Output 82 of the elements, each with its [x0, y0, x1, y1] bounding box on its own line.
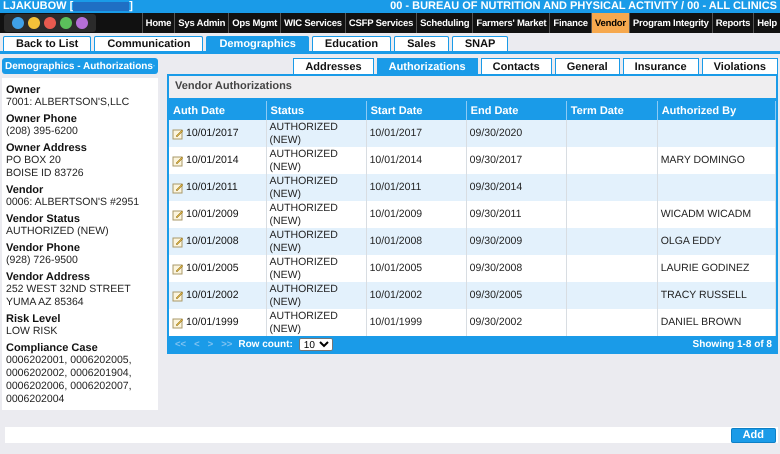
table-cell: 10/01/1999	[186, 316, 239, 329]
tab[interactable]: SNAP	[452, 36, 508, 51]
edit-icon[interactable]	[172, 128, 184, 140]
edit-icon[interactable]	[172, 182, 184, 194]
table-cell: MARY DOMINGO	[660, 154, 745, 166]
edit-icon[interactable]	[172, 154, 184, 166]
field-label: Risk Level	[6, 313, 62, 325]
table-cell: TRACY RUSSELL	[660, 289, 747, 301]
subtab[interactable]: General	[554, 58, 620, 74]
field-label: Vendor	[6, 184, 44, 196]
table-cell: 09/30/2002	[470, 316, 522, 328]
edit-icon[interactable]	[172, 262, 184, 274]
table-cell: 09/30/2009	[470, 235, 522, 247]
tab[interactable]: Sales	[394, 36, 449, 51]
username: LJAKUBOW [	[3, 0, 74, 13]
table-cell: WICADM WICADM	[660, 208, 752, 220]
table-cell: 09/30/2011	[470, 208, 522, 220]
showing-count: Showing 1-8 of 8	[692, 338, 772, 350]
edit-icon[interactable]	[172, 290, 184, 302]
table-cell: 10/01/2005	[186, 262, 239, 275]
tab[interactable]: Education	[312, 36, 392, 51]
table-cell: AUTHORIZED (NEW)	[270, 228, 338, 254]
table-cell: 10/01/2011	[370, 181, 422, 193]
edit-icon[interactable]	[172, 208, 184, 220]
table-cell: 10/01/2009	[186, 208, 239, 221]
field-value: 0006202001, 0006202005, 0006202002, 0006201904, 0006202006, 0006202007, 0006202004	[6, 354, 133, 406]
edit-icon[interactable]	[172, 316, 184, 328]
subtab[interactable]: Violations	[702, 58, 778, 74]
field-value: (928) 726-9500	[6, 254, 79, 267]
field-value: (208) 395-6200	[6, 125, 79, 138]
agency-title: 00 - BUREAU OF NUTRITION AND PHYSICAL ACTIVITY / 00 - ALL CLINICS	[390, 0, 777, 13]
table-cell: 09/30/2008	[470, 262, 522, 274]
field-value: 7001: ALBERTSON'S,LLC	[6, 96, 130, 109]
field-value: AUTHORIZED (NEW)	[6, 225, 110, 238]
edit-icon[interactable]	[172, 236, 184, 248]
table-cell: LAURIE GODINEZ	[660, 262, 750, 274]
table-cell: 09/30/2005	[470, 289, 522, 301]
table-cell: AUTHORIZED (NEW)	[270, 310, 338, 334]
table-cell: 09/30/2014	[470, 181, 522, 193]
table-cell: AUTHORIZED (NEW)	[270, 120, 338, 146]
field-label: Compliance Case	[6, 342, 99, 354]
table-cell: 10/01/2008	[186, 235, 239, 248]
table-cell: 09/30/2020	[470, 127, 522, 139]
table-cell: 10/01/2002	[370, 289, 422, 301]
field-value: 252 WEST 32ND STREET YUMA AZ 85364	[6, 283, 132, 309]
table-cell: AUTHORIZED (NEW)	[270, 174, 338, 200]
subtab[interactable]: Insurance	[622, 58, 699, 74]
field-label: Owner	[6, 84, 42, 96]
tab[interactable]: Back to List	[3, 36, 92, 51]
field-label: Vendor Phone	[6, 242, 81, 254]
nav-item[interactable]: Vendor	[590, 13, 629, 33]
table-cell: 10/01/1999	[370, 316, 422, 328]
row-count-select[interactable]: 10	[298, 338, 333, 350]
table-cell: DANIEL BROWN	[660, 316, 742, 328]
table-cell: 10/01/2011	[186, 181, 238, 194]
table-cell: 09/30/2017	[470, 154, 522, 166]
table-cell: 10/01/2002	[186, 289, 239, 302]
table-cell: 10/01/2005	[370, 262, 422, 274]
field-value: 0006: ALBERTSON'S #2951	[6, 196, 140, 209]
table-cell: 10/01/2009	[370, 208, 422, 220]
row-count-label: Row count:	[238, 338, 293, 350]
field-label: Vendor Status	[6, 213, 81, 225]
table-cell: AUTHORIZED (NEW)	[270, 282, 338, 308]
subtab[interactable]: Contacts	[480, 58, 552, 74]
table-cell: AUTHORIZED (NEW)	[270, 148, 338, 172]
field-label: Vendor Address	[6, 271, 91, 283]
field-value: LOW RISK	[6, 325, 58, 338]
bracket: ]	[129, 0, 133, 13]
table-cell: 10/01/2017	[370, 127, 422, 139]
table-cell: 10/01/2017	[186, 127, 239, 140]
table-cell: 10/01/2014	[186, 154, 239, 167]
subtab[interactable]: Addresses	[293, 58, 374, 74]
tab[interactable]: Communication	[94, 36, 204, 51]
table-cell: AUTHORIZED (NEW)	[270, 202, 338, 226]
table-cell: OLGA EDDY	[660, 235, 722, 247]
panel-title: Vendor Authorizations	[169, 76, 776, 101]
field-value: PO BOX 20 BOISE ID 83726	[6, 154, 85, 180]
table-cell: 10/01/2014	[370, 154, 422, 166]
table-cell: AUTHORIZED (NEW)	[270, 256, 338, 280]
field-label: Owner Phone	[6, 113, 78, 125]
table-cell: 10/01/2008	[370, 235, 422, 247]
field-label: Owner Address	[6, 142, 88, 154]
